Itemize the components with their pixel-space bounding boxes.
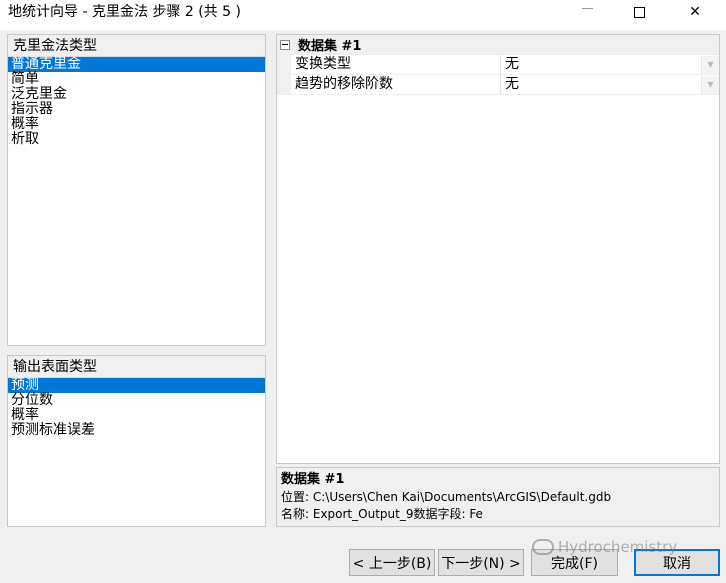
kriging-type-item-simple[interactable]: 简单 (8, 72, 265, 87)
wechat-icon (532, 539, 554, 555)
output-type-item-prediction[interactable]: 预测 (8, 378, 265, 393)
property-grid: 数据集 #1 变换类型 无 ▼ 趋势的移除阶数 无 ▼ (276, 34, 720, 464)
output-type-list[interactable]: 预测 分位数 概率 预测标准误差 (8, 378, 265, 438)
output-type-panel: 输出表面类型 预测 分位数 概率 预测标准误差 (7, 355, 266, 527)
watermark-text: Hydrochemistry (558, 538, 678, 556)
kriging-type-header: 克里金法类型 (8, 35, 265, 57)
minimize-button[interactable] (564, 0, 610, 24)
property-name: 趋势的移除阶数 (291, 75, 501, 94)
property-value[interactable]: 无 (501, 75, 701, 94)
output-type-item-std-error[interactable]: 预测标准误差 (8, 423, 265, 438)
kriging-type-item-indicator[interactable]: 指示器 (8, 102, 265, 117)
property-row-trend-removal[interactable]: 趋势的移除阶数 无 ▼ (277, 75, 719, 95)
output-type-item-quantile[interactable]: 分位数 (8, 393, 265, 408)
close-button[interactable]: ✕ (672, 0, 718, 24)
kriging-type-panel: 克里金法类型 普通克里金 简单 泛克里金 指示器 概率 析取 (7, 34, 266, 346)
output-type-item-probability[interactable]: 概率 (8, 408, 265, 423)
row-gutter (277, 55, 291, 74)
dropdown-arrow-icon[interactable]: ▼ (701, 55, 719, 74)
description-name: 名称: Export_Output_9数据字段: Fe (281, 507, 483, 521)
kriging-type-item-universal[interactable]: 泛克里金 (8, 87, 265, 102)
description-title: 数据集 #1 (281, 472, 345, 487)
minimize-icon (581, 7, 593, 9)
watermark: Hydrochemistry (532, 538, 677, 556)
back-button[interactable]: < 上一步(B) (349, 549, 435, 576)
maximize-button[interactable] (616, 0, 662, 24)
description-location: 位置: C:\Users\Chen Kai\Documents\ArcGIS\D… (281, 490, 612, 504)
kriging-type-list[interactable]: 普通克里金 简单 泛克里金 指示器 概率 析取 (8, 57, 265, 147)
maximize-icon (633, 6, 645, 18)
dropdown-arrow-icon[interactable]: ▼ (701, 75, 719, 94)
property-group-dataset[interactable]: 数据集 #1 (277, 35, 719, 55)
row-gutter (277, 75, 291, 94)
property-row-transformation[interactable]: 变换类型 无 ▼ (277, 55, 719, 75)
kriging-type-item-disjunctive[interactable]: 析取 (8, 132, 265, 147)
kriging-type-item-probability[interactable]: 概率 (8, 117, 265, 132)
description-panel: 数据集 #1 位置: C:\Users\Chen Kai\Documents\A… (276, 467, 720, 527)
close-icon: ✕ (689, 4, 701, 20)
collapse-icon[interactable] (280, 39, 290, 50)
window-title: 地统计向导 - 克里金法 步骤 2 (共 5 ) (8, 4, 241, 20)
property-value[interactable]: 无 (501, 55, 701, 74)
property-name: 变换类型 (291, 55, 501, 74)
kriging-type-item-ordinary[interactable]: 普通克里金 (8, 57, 265, 72)
output-type-header: 输出表面类型 (8, 356, 265, 378)
title-bar: 地统计向导 - 克里金法 步骤 2 (共 5 ) ✕ (0, 0, 726, 30)
next-button[interactable]: 下一步(N) > (438, 549, 524, 576)
property-group-label: 数据集 #1 (298, 39, 362, 54)
